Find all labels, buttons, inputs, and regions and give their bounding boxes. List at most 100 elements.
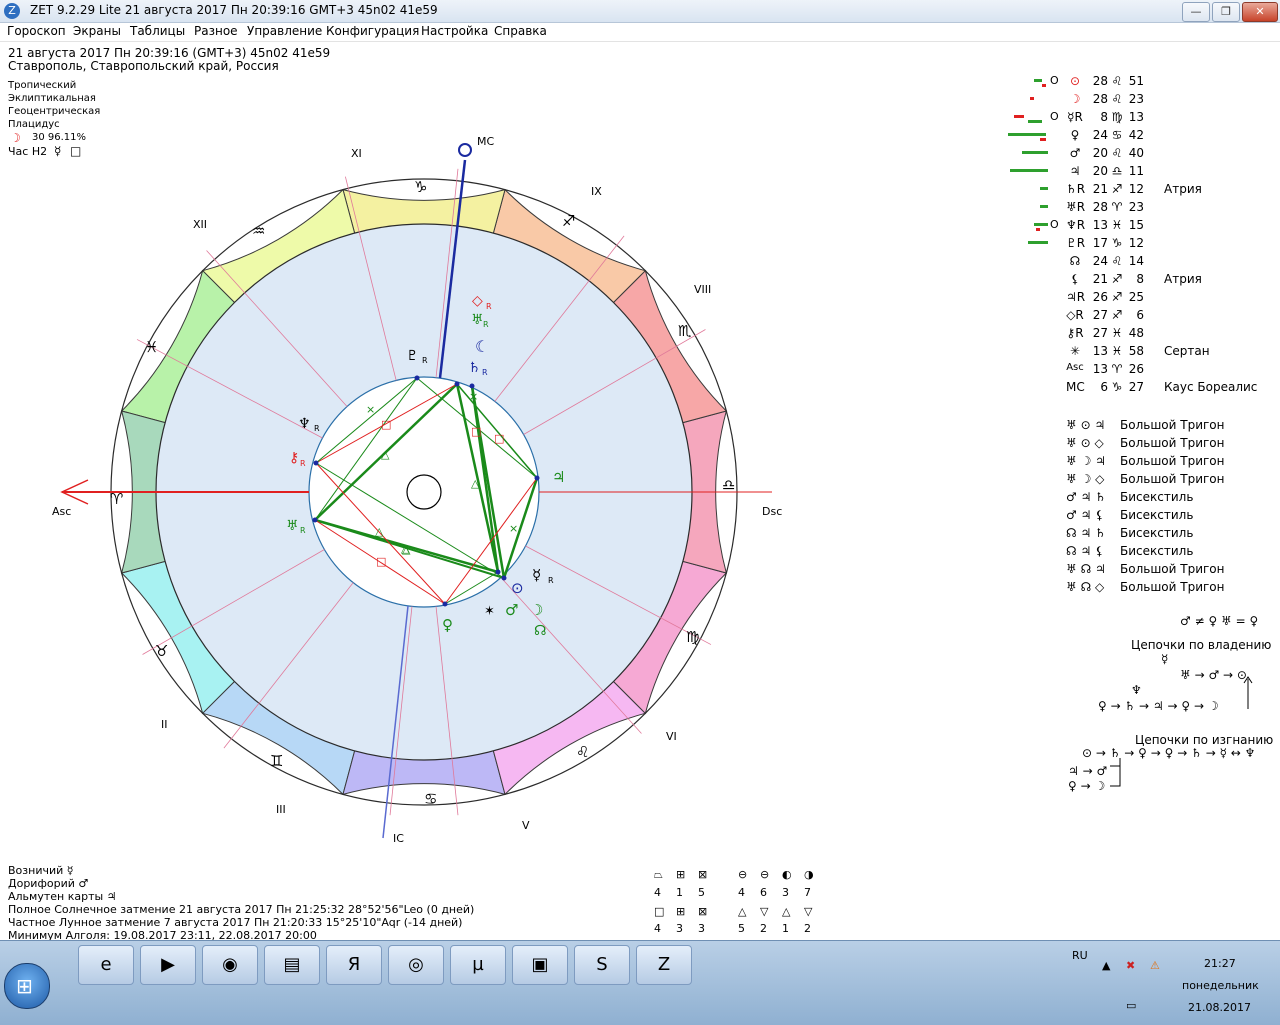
action-center-icon[interactable]: ▭ [1126,999,1136,1012]
planet-degree: 28 [1092,200,1108,214]
close-button[interactable]: ✕ [1242,2,1278,22]
aspect-glyph: × [509,522,518,535]
title-bar: Z ZET 9.2.29 Lite 21 августа 2017 Пн 20:… [0,0,1280,23]
language-indicator[interactable]: RU [1072,949,1088,962]
planet-table-row: Asc 13 ♈ 26 [1000,362,1280,380]
strength-bar [1010,169,1048,172]
sign-scorpio-icon: ♏ [678,322,692,340]
aspect-configuration-row: ♅ ☽ ♃ Большой Тригон [1066,454,1225,468]
planet-table-row: ♅R 28 ♈ 23 [1000,200,1280,218]
planet-neptune-icon: ♆ [298,416,311,432]
aspect-configuration-row: ♅ ☊ ♃ Большой Тригон [1066,562,1225,576]
planet-minute: 40 [1128,146,1144,160]
yandex-taskbar-button[interactable]: Я [326,945,382,985]
strength-bar [1022,151,1048,154]
stat-value: 1 [676,886,683,899]
menu-control[interactable]: Управление [247,24,322,38]
window-title: ZET 9.2.29 Lite 21 августа 2017 Пн 20:39… [30,3,438,17]
planet-minute: 48 [1128,326,1144,340]
aspect-configuration-name: Большой Тригон [1120,418,1225,432]
sign-aquarius-icon: ♒ [252,222,265,240]
strength-bar [1034,79,1042,82]
aspect-point [469,383,475,389]
media-player-taskbar-button[interactable]: ▶ [140,945,196,985]
planet-degree: 6 [1100,380,1108,394]
exile-chain-2: ♃ → ♂ [1068,764,1108,778]
planet-sign-icon: ♌ [1111,146,1123,160]
menu-horoscope[interactable]: Гороскоп [7,24,66,38]
picture-viewer-taskbar-button[interactable]: ▣ [512,945,568,985]
menu-settings[interactable]: Настройка [421,24,488,38]
menu-help[interactable]: Справка [494,24,547,38]
planet-degree: 13 [1092,344,1108,358]
aspect-planets-icon: ♅ ☽ ♃ [1066,454,1106,468]
tray-expand-icon[interactable]: ▲ [1102,959,1110,972]
stat-value: 6 [760,886,767,899]
sign-aries-icon: ♈ [110,490,123,508]
stat-value: 4 [654,886,661,899]
planet-minute: 27 [1128,380,1144,394]
aspect-point [442,601,448,607]
aspect-point [312,517,318,523]
planet-minute: 23 [1128,200,1144,214]
info-doryphory: Дорифорий ♂ [8,877,89,890]
firefox-taskbar-button[interactable]: ◉ [202,945,258,985]
dsc-label: Dsc [762,505,782,518]
aspect-planets-icon: ♂ ♃ ♄ [1066,490,1106,504]
planet-glyph-icon: ☿R [1067,110,1083,124]
minimize-button[interactable]: — [1182,2,1210,22]
stat-symbol-icon: ⊖ [738,868,748,881]
retro-marker: R [314,424,320,433]
planet-sign-icon: ♎ [1111,164,1123,178]
planet-sign-icon: ♐ [1111,272,1123,286]
stat-symbol-icon: △ [782,905,791,918]
stat-symbol-icon: ◐ [782,868,792,881]
stat-symbol-icon: ⊖ [760,868,770,881]
stat-symbol-icon: ⊞ [676,905,686,918]
planet-moon-icon: ☽ [530,601,543,619]
exile-chain-title: Цепочки по изгнанию [1135,733,1274,747]
planet-table-row: ♃ 20 ♎ 11 [1000,164,1280,182]
planet-minute: 11 [1128,164,1144,178]
tray-warning-icon[interactable]: ⚠ [1150,959,1160,972]
aspect-point [501,575,507,581]
stat-value: 4 [654,922,661,935]
aspect-configuration-row: ♅ ☊ ◇ Большой Тригон [1066,580,1225,594]
planet-glyph-icon: ⊙ [1069,74,1081,88]
aspect-configuration-row: ♅ ⊙ ◇ Большой Тригон [1066,436,1225,450]
chrome-taskbar-button[interactable]: ◎ [388,945,444,985]
house-label-9: IX [591,185,602,198]
ie-icon: e [100,954,112,975]
network-icon[interactable]: ✖ [1126,959,1135,972]
retro-marker: R [486,302,492,311]
zet-taskbar-button[interactable]: Z [636,945,692,985]
planet-table-row: ♂ 20 ♌ 40 [1000,146,1280,164]
planet-table-row: ♃R 26 ♐ 25 [1000,290,1280,308]
mc-marker-icon [458,143,472,157]
menu-screens[interactable]: Экраны [73,24,121,38]
stat-value: 3 [698,922,705,935]
clock-time[interactable]: 21:27 [1204,957,1236,970]
sign-virgo-icon: ♍ [686,628,699,646]
planet-moon-node-icon: ☾ [475,337,489,356]
clock-day: понедельник [1182,979,1259,992]
info-lunar-eclipse: Частное Лунное затмение 7 августа 2017 П… [8,916,463,929]
utorrent-taskbar-button[interactable]: µ [450,945,506,985]
stat-symbol-icon: ◑ [804,868,814,881]
skype-taskbar-button[interactable]: S [574,945,630,985]
aspect-planets-icon: ☊ ♃ ⚸ [1066,544,1104,558]
aspect-configuration-name: Бисекстиль [1120,508,1194,522]
menu-tables[interactable]: Таблицы [130,24,185,38]
stat-symbol-icon: ⊠ [698,868,708,881]
explorer-taskbar-button[interactable]: ▤ [264,945,320,985]
ie-taskbar-button[interactable]: e [78,945,134,985]
stat-value: 2 [804,922,811,935]
menu-configuration[interactable]: Конфигурация [326,24,419,38]
rulership-chain-psi: ♆ [1131,683,1142,697]
sign-cancer-icon: ♋ [424,790,437,808]
restore-button[interactable]: ❐ [1212,2,1240,22]
zodiac-mode: Тропический [8,80,77,91]
menu-misc[interactable]: Разное [194,24,238,38]
start-button[interactable]: ⊞ [4,963,50,1009]
planet-sign-icon: ♋ [1111,128,1123,142]
